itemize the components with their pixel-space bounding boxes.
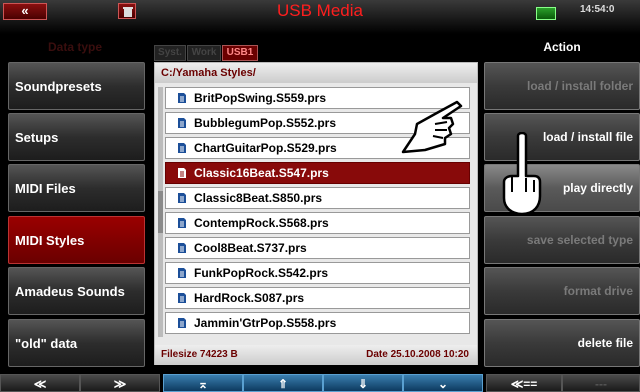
delete-file-button[interactable]: delete file: [484, 319, 640, 367]
file-row[interactable]: Jammin'GtrPop.S558.prs: [165, 312, 470, 334]
document-icon: [178, 143, 186, 153]
pointing-hand-icon: [401, 100, 463, 154]
file-name: FunkPopRock.S542.prs: [194, 266, 329, 280]
file-name: ContempRock.S568.prs: [194, 216, 329, 230]
document-icon: [178, 293, 186, 303]
file-name: Classic16Beat.S547.prs: [194, 166, 329, 180]
data-type-heading: Data type: [47, 40, 103, 54]
scroll-down-double-button[interactable]: ≫: [80, 374, 160, 392]
file-name: Classic8Beat.S850.prs: [194, 191, 323, 205]
path-bar: C:/Yamaha Styles/: [155, 63, 477, 83]
tab-usb1[interactable]: USB1: [222, 45, 258, 61]
file-row[interactable]: HardRock.S087.prs: [165, 287, 470, 309]
tab-syst[interactable]: Syst.: [154, 45, 186, 61]
format-drive-button[interactable]: format drive: [484, 267, 640, 315]
document-icon: [178, 118, 186, 128]
file-name: HardRock.S087.prs: [194, 291, 305, 305]
filesize-label: Filesize 74223 B: [161, 349, 238, 360]
datatype-soundpresets-button[interactable]: Soundpresets: [8, 62, 145, 110]
load-install-folder-button[interactable]: load / install folder: [484, 62, 640, 110]
file-row[interactable]: Classic8Beat.S850.prs: [165, 187, 470, 209]
datatype-amadeus-sounds-button[interactable]: Amadeus Sounds: [8, 267, 145, 315]
scroll-down-button[interactable]: ⌄: [403, 374, 483, 392]
file-row[interactable]: Classic16Beat.S547.prs: [165, 162, 470, 184]
page-down-button[interactable]: ⇓: [323, 374, 403, 392]
datatype-midi-styles-button[interactable]: MIDI Styles: [8, 216, 145, 264]
document-icon: [178, 193, 186, 203]
datatype-old-data-button[interactable]: "old" data: [8, 319, 145, 367]
file-row[interactable]: ContempRock.S568.prs: [165, 212, 470, 234]
datatype-setups-button[interactable]: Setups: [8, 113, 145, 161]
scroll-up-double-button[interactable]: ≪: [0, 374, 80, 392]
tab-work[interactable]: Work: [187, 45, 221, 61]
datatype-midi-files-button[interactable]: MIDI Files: [8, 164, 145, 212]
page-up-button[interactable]: ⇑: [243, 374, 323, 392]
scroll-top-button[interactable]: ⌅: [163, 374, 243, 392]
document-icon: [178, 318, 186, 328]
save-selected-type-button[interactable]: save selected type: [484, 216, 640, 264]
document-icon: [178, 218, 186, 228]
file-name: BubblegumPop.S552.prs: [194, 116, 337, 130]
document-icon: [178, 243, 186, 253]
file-row[interactable]: FunkPopRock.S542.prs: [165, 262, 470, 284]
file-date-label: Date 25.10.2008 10:20: [366, 349, 469, 360]
blank-nav-button[interactable]: ---: [562, 374, 640, 392]
back-nav-button[interactable]: ≪==: [486, 374, 562, 392]
document-icon: [178, 168, 186, 178]
usb-drive-icon: [536, 7, 556, 20]
title-bar: « USB Media 14:54:0: [0, 0, 640, 34]
bottom-nav: ≪ ≫ ⌅ ⇑ ⇓ ⌄ ≪== ---: [0, 373, 640, 392]
file-name: Cool8Beat.S737.prs: [194, 241, 307, 255]
clock: 14:54:0: [580, 4, 615, 15]
scrollbar[interactable]: [158, 87, 163, 337]
file-name: BritPopSwing.S559.prs: [194, 91, 327, 105]
document-icon: [178, 268, 186, 278]
file-row[interactable]: Cool8Beat.S737.prs: [165, 237, 470, 259]
pointing-hand-icon: [502, 132, 542, 216]
document-icon: [178, 93, 186, 103]
file-name: ChartGuitarPop.S529.prs: [194, 141, 337, 155]
action-heading: Action: [543, 40, 581, 54]
scrollbar-thumb[interactable]: [158, 191, 163, 233]
status-bar: Filesize 74223 B Date 25.10.2008 10:20: [155, 345, 477, 365]
file-name: Jammin'GtrPop.S558.prs: [194, 316, 337, 330]
